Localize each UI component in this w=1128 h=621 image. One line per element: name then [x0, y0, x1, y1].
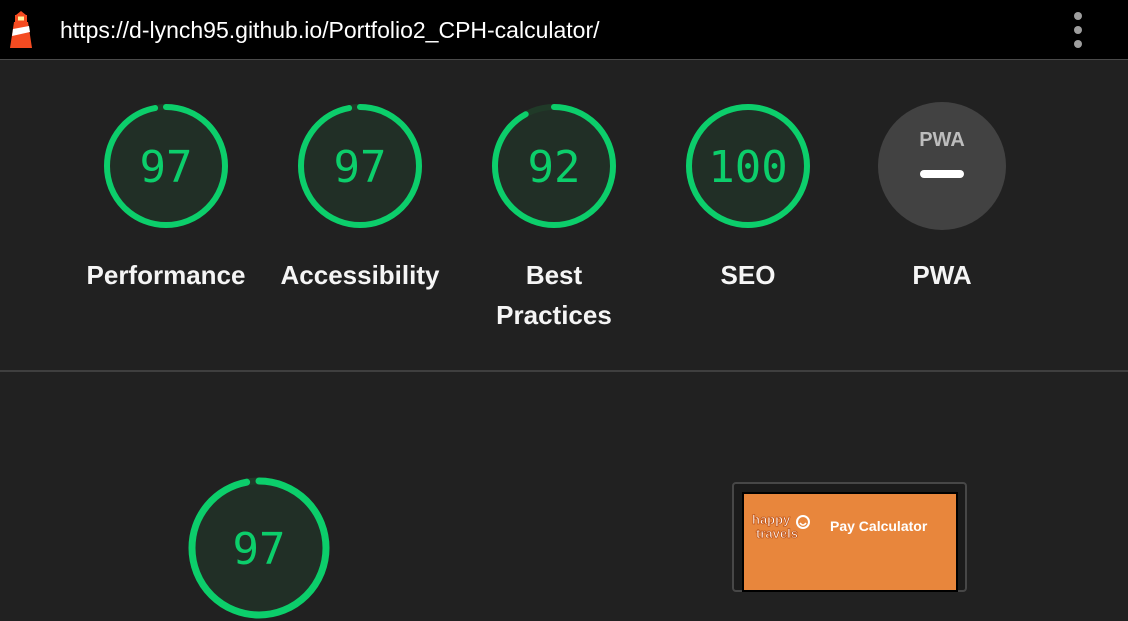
gauge-ring: 92: [492, 104, 616, 228]
logo-word-2: travels: [756, 526, 798, 541]
lighthouse-icon: [10, 11, 32, 48]
happy-travels-logo: happy travels: [752, 512, 810, 541]
gauge-performance[interactable]: 97 Performance: [76, 101, 256, 295]
gauge-label: PWA: [912, 260, 972, 290]
thumbnail-page: happy travels Pay Calculator: [742, 492, 958, 592]
gauge-score: 97: [140, 142, 193, 193]
page-url[interactable]: https://d-lynch95.github.io/Portfolio2_C…: [60, 15, 600, 45]
kebab-menu-icon[interactable]: [1066, 12, 1090, 48]
section-divider: [0, 370, 1128, 372]
gauge-label: SEO: [720, 260, 776, 290]
gauge-seo[interactable]: 100 SEO: [658, 101, 838, 295]
gauge-pwa[interactable]: PWA PWA: [852, 101, 1032, 295]
pwa-badge-icon: PWA: [878, 102, 1006, 230]
gauge-accessibility[interactable]: 97 Accessibility: [270, 101, 450, 295]
gauge-score: 97: [334, 142, 387, 193]
logo-word-1: happy: [752, 512, 791, 527]
gauge-ring: 97: [104, 104, 228, 228]
gauge-label: Accessibility: [280, 260, 440, 290]
pwa-badge-text: PWA: [919, 129, 965, 151]
performance-detail-gauge[interactable]: 97: [186, 475, 332, 621]
gauge-score: 92: [528, 142, 581, 193]
url-bar: https://d-lynch95.github.io/Portfolio2_C…: [0, 0, 1128, 60]
final-screenshot-thumbnail[interactable]: happy travels Pay Calculator: [732, 482, 967, 592]
performance-detail-score: 97: [233, 524, 286, 575]
gauge-ring: 97: [298, 104, 422, 228]
gauge-label: Best Practices: [496, 260, 612, 330]
gauge-label: Performance: [86, 260, 246, 290]
gauge-score: 100: [708, 142, 787, 193]
thumbnail-title: Pay Calculator: [830, 518, 928, 534]
category-gauges: 97 Performance 97 Accessibility 92 Best …: [0, 61, 1128, 371]
pwa-dash: [920, 170, 964, 178]
gauge-ring: 100: [686, 104, 810, 228]
gauge-best-practices[interactable]: 92 Best Practices: [464, 101, 644, 335]
